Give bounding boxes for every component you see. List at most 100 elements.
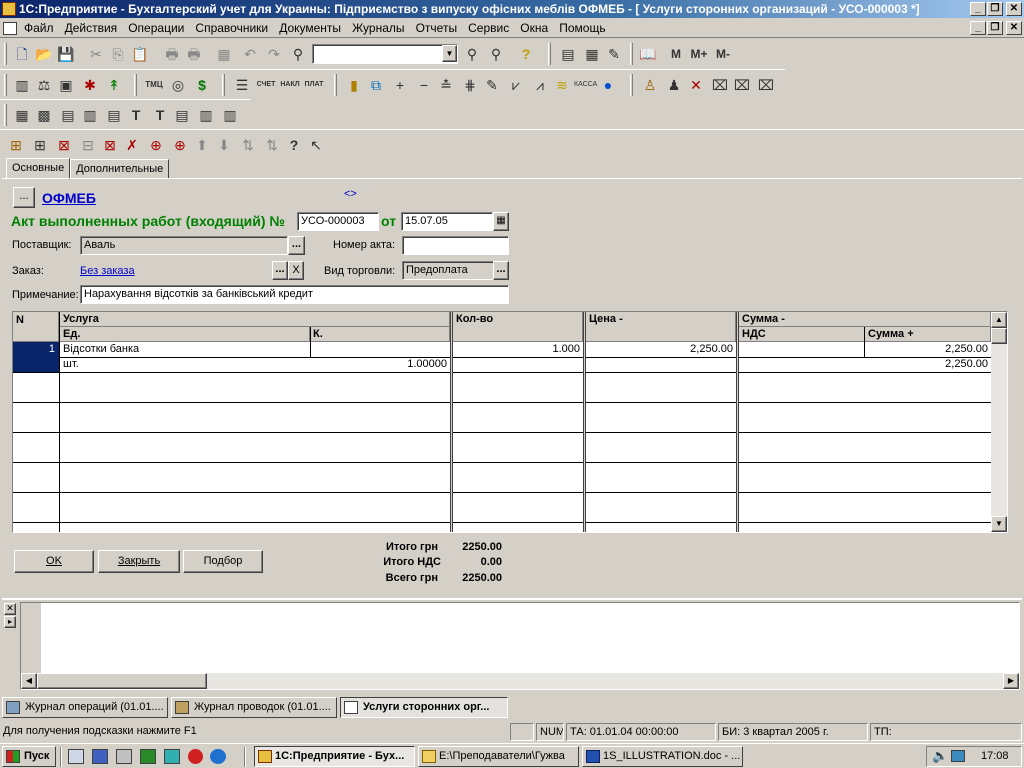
ok-button[interactable]: OK <box>14 550 94 573</box>
scroll-up-icon[interactable]: ▲ <box>991 312 1007 328</box>
delete-row-icon[interactable]: ⊠ <box>54 135 74 155</box>
unmark-icon[interactable]: ✗ <box>122 135 142 155</box>
act-number-field[interactable] <box>402 236 509 255</box>
invoice-icon[interactable]: СЧЕТ <box>256 75 276 95</box>
report-checker-icon[interactable]: ▩ <box>34 105 54 125</box>
doc-number-field[interactable]: УСО-000003 <box>297 212 379 231</box>
excel-icon[interactable] <box>140 749 156 764</box>
find-prev-icon[interactable]: ⚲ <box>486 44 506 64</box>
restore-button[interactable]: ❐ <box>987 2 1003 16</box>
pencil-icon[interactable]: ✎ <box>482 75 502 95</box>
operation-icon[interactable]: ↟ <box>104 75 124 95</box>
open-icon[interactable]: 📂 <box>34 44 54 64</box>
chevron-down-icon[interactable]: ▼ <box>442 45 457 62</box>
taskbar-item-folder[interactable]: E:\Преподаватели\Гужва <box>418 746 579 767</box>
col-price-header[interactable]: Цена - <box>586 312 736 342</box>
nav-arrows[interactable]: <> <box>344 188 357 200</box>
scroll-left-icon[interactable]: ◀ <box>21 673 37 689</box>
app-icon[interactable] <box>164 749 180 764</box>
supplier-select-button[interactable]: ... <box>288 236 305 255</box>
find-next-icon[interactable]: ⚲ <box>462 44 482 64</box>
report-t-icon[interactable]: T <box>126 105 146 125</box>
mark-delete-icon[interactable]: ⊠ <box>100 135 120 155</box>
message-horizontal-scrollbar[interactable]: ◀ ▶ <box>21 673 1019 689</box>
toolbar-grip[interactable] <box>630 74 633 96</box>
book-icon[interactable]: 📖 <box>638 44 658 64</box>
waybill-icon[interactable]: НАКЛ <box>280 75 300 95</box>
tmc-icon[interactable]: ТМЦ <box>144 75 164 95</box>
report-chart-icon[interactable]: ▥ <box>220 105 240 125</box>
taskbar-item-word[interactable]: 1S_ILLUSTRATION.doc - ... <box>582 746 743 767</box>
add-row-icon[interactable]: ⊞ <box>6 135 26 155</box>
cut-icon[interactable]: ✂ <box>86 44 106 64</box>
window-tab-operations[interactable]: Журнал операций (01.01.... <box>2 697 168 718</box>
opera-icon[interactable] <box>188 749 203 764</box>
print-preview-icon[interactable]: 🖶 <box>184 44 204 64</box>
move-row-icon[interactable]: ⊕ <box>146 135 166 155</box>
calendar-icon[interactable]: ▦ <box>493 212 509 231</box>
toolbar-grip[interactable] <box>548 43 551 65</box>
note-field[interactable]: Нарахування відсотків за банківський кре… <box>80 285 509 304</box>
services-grid[interactable]: N Услуга Ед. К. Кол-во Цена - Сумма - НД… <box>12 311 1008 533</box>
col-service-header[interactable]: Услуга <box>60 312 450 327</box>
order-link[interactable]: Без заказа <box>80 265 135 277</box>
report-analysis-icon[interactable]: ▥ <box>80 105 100 125</box>
qty-cell[interactable]: 1.000 <box>453 342 582 357</box>
calendar-icon[interactable]: ▦ <box>582 44 602 64</box>
notes-icon[interactable]: ✎ <box>604 44 624 64</box>
sum-plus-cell[interactable]: 2,250.00 <box>865 357 990 372</box>
find-binoculars-icon[interactable]: ⚲ <box>288 44 308 64</box>
select-button[interactable]: Подбор <box>183 550 263 573</box>
col-sum-header[interactable]: Сумма - <box>739 312 991 327</box>
report-main-icon[interactable]: ▥ <box>196 105 216 125</box>
search-combo[interactable]: ▼ <box>312 44 458 64</box>
tab-additional[interactable]: Дополнительные <box>70 159 170 179</box>
memory-plus-button[interactable]: M+ <box>688 44 710 64</box>
sort-asc-icon[interactable]: ⇅ <box>238 135 258 155</box>
person-icon[interactable]: ♙ <box>640 75 660 95</box>
sort-desc-icon[interactable]: ⩗ <box>506 75 526 95</box>
col-sum-plus-header[interactable]: Сумма + <box>865 327 991 342</box>
message-pin-icon[interactable]: ▸ <box>4 616 16 628</box>
desktop-icon[interactable] <box>68 749 84 764</box>
window-tab-services[interactable]: Услуги сторонних орг... <box>340 697 508 718</box>
tools-icon[interactable]: ✕ <box>686 75 706 95</box>
menu-windows[interactable]: Окна <box>516 19 552 37</box>
org-name-link[interactable]: ОФМЕБ <box>42 190 96 206</box>
report-chess-icon[interactable]: ▤ <box>172 105 192 125</box>
copy-icon[interactable]: ⎘ <box>108 44 128 64</box>
print-icon[interactable]: 🖶 <box>162 44 182 64</box>
calc-tool-icon[interactable]: ⌧ <box>732 75 752 95</box>
toolbar-grip[interactable] <box>222 74 225 96</box>
vat-cell[interactable] <box>739 357 864 372</box>
toolbar-grip[interactable] <box>630 43 633 65</box>
grid-vertical-scrollbar[interactable]: ▲ ▼ <box>991 312 1007 532</box>
toolbar-grip[interactable] <box>4 74 7 96</box>
add-icon[interactable]: + <box>390 75 410 95</box>
undo-icon[interactable]: ↶ <box>240 44 260 64</box>
equals-icon[interactable]: ≛ <box>436 75 456 95</box>
mycomputer-icon[interactable] <box>116 749 132 764</box>
supplier-field[interactable]: Аваль <box>80 236 288 255</box>
price-cell[interactable]: 2,250.00 <box>586 342 735 357</box>
menu-actions[interactable]: Действия <box>61 19 122 37</box>
report-osv-icon[interactable]: ▦ <box>12 105 32 125</box>
report-tool-icon[interactable]: ⌧ <box>756 75 776 95</box>
menu-service[interactable]: Сервис <box>464 19 513 37</box>
network-icon[interactable] <box>951 750 965 762</box>
menu-references[interactable]: Справочники <box>191 19 272 37</box>
properties-icon[interactable]: ▦ <box>214 44 234 64</box>
edit-row-icon[interactable]: ⊟ <box>78 135 98 155</box>
chart-of-accounts-icon[interactable]: ▥ <box>12 75 32 95</box>
toolbar-grip[interactable] <box>4 43 7 65</box>
memory-m-button[interactable]: M <box>666 44 686 64</box>
title-bar[interactable]: 1С:Предприятие - Бухгалтерский учет для … <box>0 0 1024 18</box>
scroll-thumb-h[interactable] <box>37 673 207 689</box>
scroll-thumb[interactable] <box>991 328 1007 344</box>
col-vat-header[interactable]: НДС <box>739 327 865 342</box>
money-icon[interactable]: $ <box>192 75 212 95</box>
report-t2-icon[interactable]: T <box>150 105 170 125</box>
list-icon[interactable]: ☰ <box>232 75 252 95</box>
move-up-icon[interactable]: ⬆ <box>192 135 212 155</box>
payment-icon[interactable]: ПЛАТ <box>304 75 324 95</box>
